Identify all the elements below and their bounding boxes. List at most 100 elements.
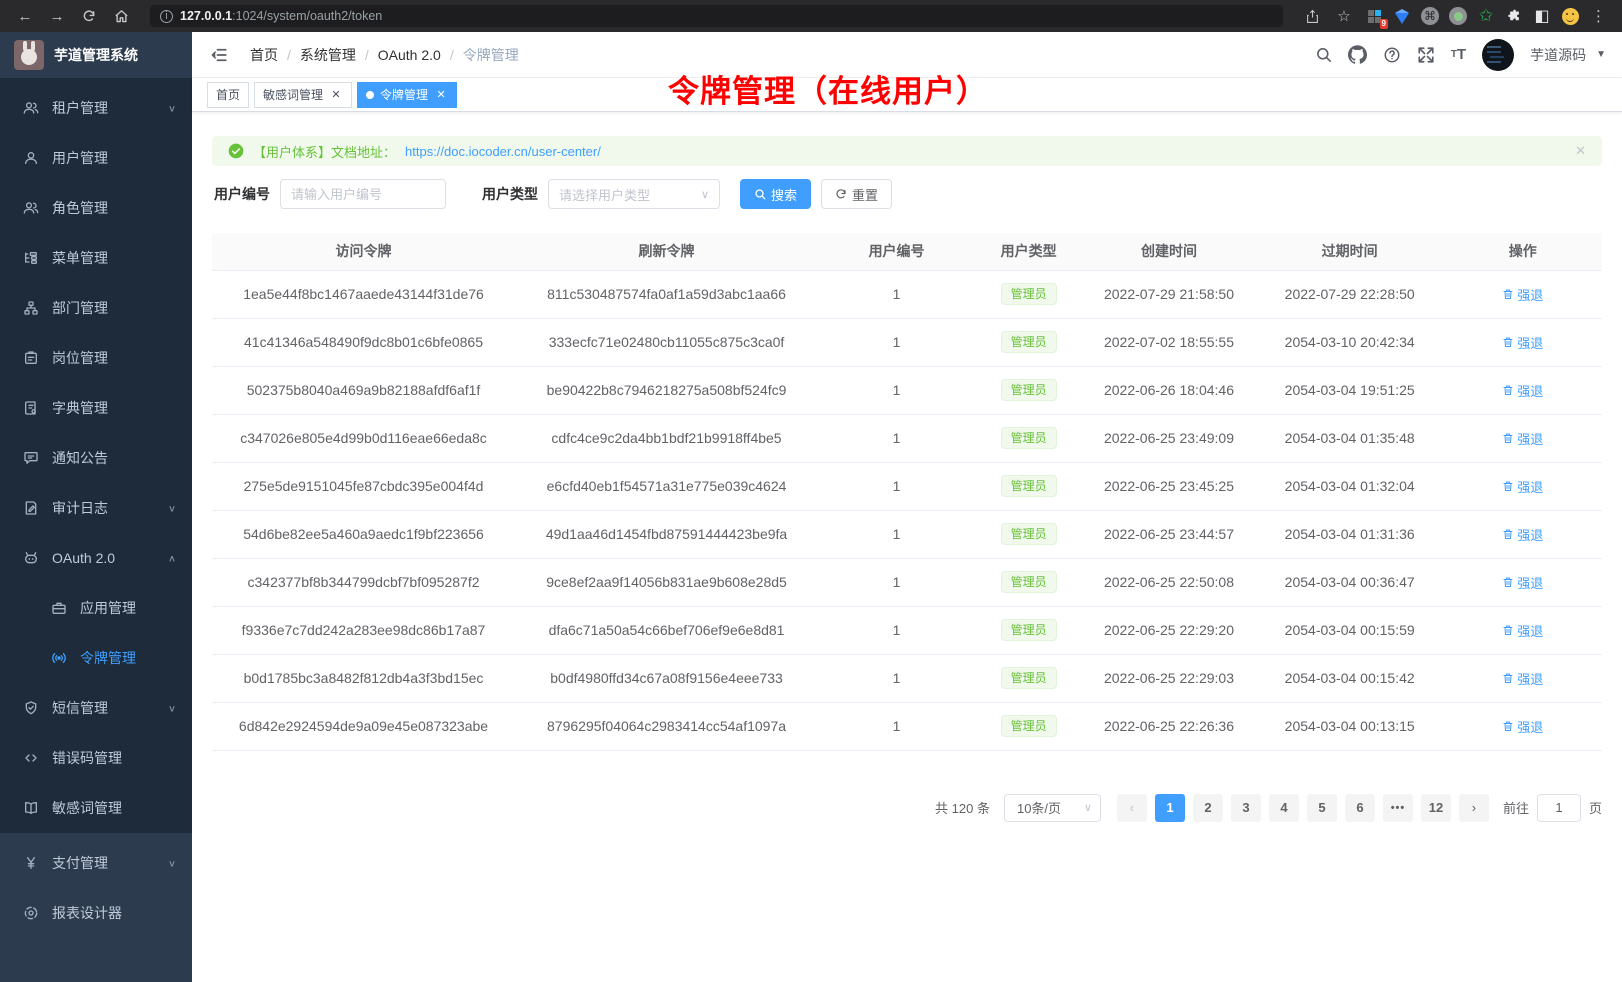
github-icon[interactable] bbox=[1348, 45, 1367, 64]
page-size-select[interactable]: 10条/页 ∨ bbox=[1004, 794, 1101, 822]
sidebar-item-menu-tree-3[interactable]: 菜单管理 bbox=[0, 233, 192, 283]
sidebar-item-users-0[interactable]: 租户管理∨ bbox=[0, 83, 192, 133]
sidebar-item-token-11[interactable]: 令牌管理 bbox=[0, 633, 192, 683]
sidebar-item-label: 部门管理 bbox=[52, 298, 176, 318]
browser-home-icon[interactable] bbox=[108, 4, 134, 28]
user-type-select[interactable]: 请选择用户类型 ∨ bbox=[548, 179, 720, 209]
sidebar-item-org-4[interactable]: 部门管理 bbox=[0, 283, 192, 333]
force-logout-button[interactable]: 强退 bbox=[1502, 333, 1543, 352]
action-cell: 强退 bbox=[1444, 510, 1603, 558]
browser-reload-icon[interactable] bbox=[76, 4, 102, 28]
search-button[interactable]: 搜索 bbox=[740, 179, 811, 209]
page-button-6[interactable]: 6 bbox=[1345, 794, 1375, 822]
sidebar-item-shield-12[interactable]: 短信管理∨ bbox=[0, 683, 192, 733]
sidebar-item-announcement-7[interactable]: 通知公告 bbox=[0, 433, 192, 483]
force-logout-button[interactable]: 强退 bbox=[1502, 621, 1543, 640]
force-logout-button[interactable]: 强退 bbox=[1502, 573, 1543, 592]
trash-icon bbox=[1502, 624, 1514, 636]
create-time-cell: 2022-06-25 23:44:57 bbox=[1082, 510, 1256, 558]
expire-time-cell: 2054-03-04 00:36:47 bbox=[1256, 558, 1444, 606]
pagination: 共 120 条 10条/页 ∨ ‹ 123456•••12 › 前往 页 bbox=[212, 794, 1602, 822]
url-path: :1024/system/oauth2/token bbox=[232, 9, 382, 23]
emoji-profile-icon[interactable] bbox=[1559, 5, 1581, 27]
tab-首页[interactable]: 首页 bbox=[207, 82, 249, 108]
force-logout-button[interactable]: 强退 bbox=[1502, 669, 1543, 688]
breadcrumb-item[interactable]: 首页 bbox=[250, 45, 278, 65]
fullscreen-icon[interactable] bbox=[1417, 46, 1435, 64]
create-time-cell: 2022-06-25 23:45:25 bbox=[1082, 462, 1256, 510]
user-type-cell: 管理员 bbox=[975, 558, 1082, 606]
create-time-cell: 2022-07-02 18:55:55 bbox=[1082, 318, 1256, 366]
browser-forward-icon[interactable]: → bbox=[44, 4, 70, 28]
user-id-input[interactable] bbox=[280, 179, 446, 209]
doc-link[interactable]: https://doc.iocoder.cn/user-center/ bbox=[405, 144, 601, 159]
goto-page-input[interactable] bbox=[1537, 794, 1581, 822]
sidebar-item-audit-8[interactable]: 审计日志∨ bbox=[0, 483, 192, 533]
expire-time-cell: 2054-03-04 00:13:15 bbox=[1256, 702, 1444, 750]
sidebar-item-label: 菜单管理 bbox=[52, 248, 176, 268]
reset-button[interactable]: 重置 bbox=[821, 179, 892, 209]
users-icon bbox=[22, 200, 40, 216]
sidebar-item-pay-15[interactable]: 支付管理∨ bbox=[0, 838, 192, 888]
bookmark-star-icon[interactable]: ☆ bbox=[1331, 4, 1357, 28]
force-logout-button[interactable]: 强退 bbox=[1502, 477, 1543, 496]
user-type-badge: 管理员 bbox=[1001, 571, 1057, 593]
sidebar-item-code-13[interactable]: 错误码管理 bbox=[0, 733, 192, 783]
page-button-1[interactable]: 1 bbox=[1155, 794, 1185, 822]
record-extension-icon[interactable] bbox=[1447, 5, 1469, 27]
page-button-3[interactable]: 3 bbox=[1231, 794, 1261, 822]
font-size-icon[interactable]: TT bbox=[1451, 46, 1466, 63]
page-button-12[interactable]: 12 bbox=[1421, 794, 1451, 822]
create-time-cell: 2022-06-25 23:49:09 bbox=[1082, 414, 1256, 462]
collapse-sidebar-icon[interactable] bbox=[206, 42, 232, 68]
site-info-icon[interactable]: i bbox=[160, 10, 173, 23]
star-extension-icon[interactable]: ✩ bbox=[1475, 5, 1497, 27]
alert-close-icon[interactable]: ✕ bbox=[1575, 143, 1586, 159]
tab-敏感词管理[interactable]: 敏感词管理✕ bbox=[254, 82, 352, 108]
sidebar-item-app-10[interactable]: 应用管理 bbox=[0, 583, 192, 633]
address-bar[interactable]: i 127.0.0.1:1024/system/oauth2/token bbox=[150, 5, 1283, 27]
help-icon[interactable] bbox=[1383, 46, 1401, 64]
browser-menu-icon[interactable]: ⋮ bbox=[1587, 7, 1610, 25]
sidebar-item-user-1[interactable]: 用户管理 bbox=[0, 133, 192, 183]
page-button-2[interactable]: 2 bbox=[1193, 794, 1223, 822]
force-logout-button[interactable]: 强退 bbox=[1502, 381, 1543, 400]
username[interactable]: 芋道源码 bbox=[1530, 45, 1586, 65]
extensions-puzzle-icon[interactable] bbox=[1503, 5, 1525, 27]
blocks-extension-icon[interactable]: 9 bbox=[1363, 5, 1385, 27]
contrast-extension-icon[interactable]: ◧ bbox=[1531, 5, 1553, 27]
force-logout-button[interactable]: 强退 bbox=[1502, 429, 1543, 448]
sidebar-item-report-16[interactable]: 报表设计器 bbox=[0, 888, 192, 938]
command-extension-icon[interactable]: ⌘ bbox=[1419, 5, 1441, 27]
trash-icon bbox=[1502, 336, 1514, 348]
gem-extension-icon[interactable] bbox=[1391, 5, 1413, 27]
breadcrumb-item[interactable]: OAuth 2.0 bbox=[378, 47, 441, 63]
user-menu-caret-icon[interactable]: ▼ bbox=[1596, 49, 1606, 60]
search-icon[interactable] bbox=[1315, 46, 1332, 63]
refresh-token-cell: be90422b8c7946218275a508bf524fc9 bbox=[515, 366, 818, 414]
force-logout-button[interactable]: 强退 bbox=[1502, 285, 1543, 304]
breadcrumb-item[interactable]: 系统管理 bbox=[300, 45, 356, 65]
force-logout-button[interactable]: 强退 bbox=[1502, 717, 1543, 736]
sidebar-item-users-2[interactable]: 角色管理 bbox=[0, 183, 192, 233]
pager-more-icon[interactable]: ••• bbox=[1383, 794, 1413, 822]
sidebar-item-dictionary-6[interactable]: 字典管理 bbox=[0, 383, 192, 433]
user-avatar[interactable] bbox=[1482, 39, 1514, 71]
sidebar-item-oauth-9[interactable]: OAuth 2.0∧ bbox=[0, 533, 192, 583]
force-logout-button[interactable]: 强退 bbox=[1502, 525, 1543, 544]
tab-令牌管理[interactable]: 令牌管理✕ bbox=[357, 82, 457, 108]
sidebar-item-book-14[interactable]: 敏感词管理 bbox=[0, 783, 192, 833]
page-button-4[interactable]: 4 bbox=[1269, 794, 1299, 822]
share-icon[interactable] bbox=[1299, 4, 1325, 28]
sidebar-item-label: 角色管理 bbox=[52, 198, 176, 218]
app-logo-row[interactable]: 芋道管理系统 bbox=[0, 32, 192, 78]
next-page-button[interactable]: › bbox=[1459, 794, 1489, 822]
access-token-cell: 54d6be82ee5a460a9aedc1f9bf223656 bbox=[212, 510, 515, 558]
tab-close-icon[interactable]: ✕ bbox=[329, 88, 343, 102]
browser-back-icon[interactable]: ← bbox=[12, 4, 38, 28]
prev-page-button[interactable]: ‹ bbox=[1117, 794, 1147, 822]
tab-close-icon[interactable]: ✕ bbox=[434, 88, 448, 102]
page-button-5[interactable]: 5 bbox=[1307, 794, 1337, 822]
sidebar-item-badge-5[interactable]: 岗位管理 bbox=[0, 333, 192, 383]
user-type-badge: 管理员 bbox=[1001, 715, 1057, 737]
